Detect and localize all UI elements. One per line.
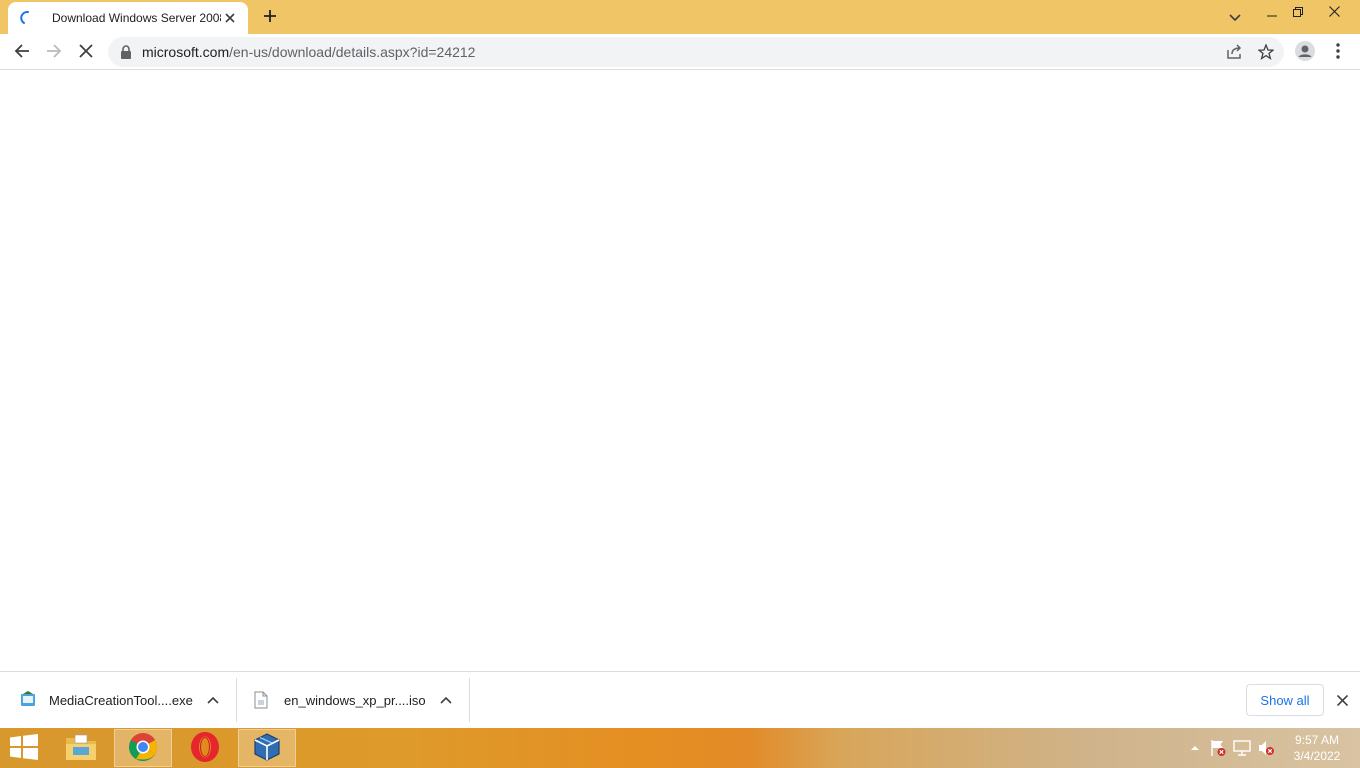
minimize-icon xyxy=(1267,5,1277,20)
network-icon[interactable] xyxy=(1233,739,1251,757)
stop-button[interactable] xyxy=(71,37,101,67)
windows-taskbar: 9:57 AM 3/4/2022 xyxy=(0,728,1360,768)
loading-spinner-icon xyxy=(20,10,36,26)
lock-icon[interactable] xyxy=(120,45,132,59)
tab-search-button[interactable] xyxy=(1224,6,1246,28)
new-tab-button[interactable] xyxy=(258,5,282,29)
restore-button[interactable] xyxy=(1284,0,1312,24)
chrome-icon xyxy=(128,732,158,765)
download-separator xyxy=(469,678,470,722)
chevron-down-icon xyxy=(1229,10,1241,25)
close-icon xyxy=(1328,5,1340,20)
plus-icon xyxy=(263,9,277,26)
chrome-menu-button[interactable] xyxy=(1323,37,1353,67)
forward-button[interactable] xyxy=(39,37,69,67)
close-icon[interactable] xyxy=(221,8,240,28)
stop-icon xyxy=(79,43,93,61)
chevron-up-icon[interactable] xyxy=(436,690,456,710)
download-shelf: MediaCreationTool....exe en_windows_xp_p… xyxy=(0,671,1360,728)
url-host: microsoft.com xyxy=(142,44,230,60)
taskbar-virtualbox[interactable] xyxy=(238,729,296,767)
tab-download-windows-server[interactable]: Download Windows Server 2008 xyxy=(8,2,248,34)
url-text[interactable]: microsoft.com/en-us/download/details.asp… xyxy=(142,44,475,60)
system-clock[interactable]: 9:57 AM 3/4/2022 xyxy=(1282,732,1352,764)
forward-icon xyxy=(46,43,62,62)
clock-time: 9:57 AM xyxy=(1294,733,1340,747)
taskbar-opera[interactable] xyxy=(176,729,234,767)
menu-icon xyxy=(1336,42,1340,62)
download-file-name: en_windows_xp_pr....iso xyxy=(284,692,426,708)
bookmark-star-icon[interactable] xyxy=(1255,41,1277,63)
file-explorer-icon xyxy=(65,733,97,764)
url-path: /en-us/download/details.aspx?id=24212 xyxy=(229,44,476,60)
opera-icon xyxy=(189,731,221,766)
action-center-flag-icon[interactable] xyxy=(1209,739,1227,757)
volume-muted-icon[interactable] xyxy=(1257,739,1275,757)
download-item-en-windows-xp[interactable]: en_windows_xp_pr....iso xyxy=(254,678,466,722)
profile-button[interactable] xyxy=(1290,37,1320,67)
tab-title: Download Windows Server 2008 xyxy=(52,11,221,25)
tab-strip: Download Windows Server 2008 xyxy=(0,0,1360,34)
minimize-button[interactable] xyxy=(1258,0,1286,24)
download-item-mediacreationtool[interactable]: MediaCreationTool....exe xyxy=(20,678,232,722)
close-icon[interactable] xyxy=(1332,690,1352,710)
iso-file-icon xyxy=(254,691,270,709)
taskbar-chrome[interactable] xyxy=(114,729,172,767)
address-bar[interactable]: microsoft.com/en-us/download/details.asp… xyxy=(108,37,1284,67)
share-icon[interactable] xyxy=(1223,41,1245,63)
page-content xyxy=(0,71,1360,671)
clock-date: 3/4/2022 xyxy=(1293,749,1341,763)
browser-toolbar: microsoft.com/en-us/download/details.asp… xyxy=(0,34,1360,70)
chevron-up-icon[interactable] xyxy=(203,690,223,710)
profile-icon xyxy=(1295,40,1315,64)
download-separator xyxy=(236,678,237,722)
start-icon xyxy=(10,733,38,763)
taskbar-file-explorer[interactable] xyxy=(52,729,110,767)
close-window-button[interactable] xyxy=(1320,0,1348,24)
back-icon xyxy=(14,43,30,62)
exe-file-icon xyxy=(20,691,36,709)
back-button[interactable] xyxy=(7,37,37,67)
restore-icon xyxy=(1293,5,1303,20)
start-button[interactable] xyxy=(0,729,48,767)
download-file-name: MediaCreationTool....exe xyxy=(49,692,193,708)
virtualbox-icon xyxy=(252,732,282,765)
show-hidden-icons-icon[interactable] xyxy=(1186,739,1204,757)
show-all-button[interactable]: Show all xyxy=(1246,684,1324,716)
